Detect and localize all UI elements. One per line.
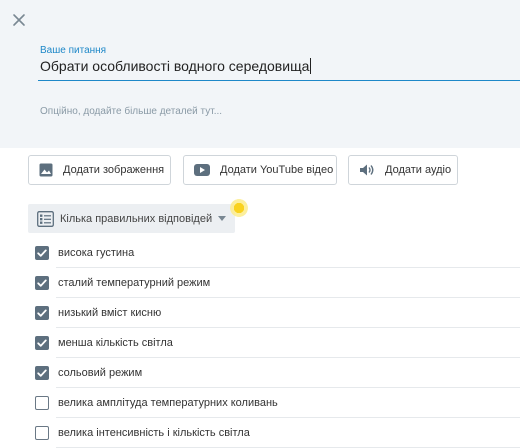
check-icon: [37, 369, 47, 377]
option-item: велика інтенсивність і кількість світла: [0, 418, 520, 448]
option-checkbox[interactable]: [35, 306, 49, 320]
speaker-icon: [360, 164, 374, 176]
check-icon: [37, 249, 47, 257]
hint-indicator: [230, 199, 248, 217]
check-icon: [37, 339, 47, 347]
option-text: низький вміст кисню: [58, 307, 162, 319]
option-item: сольовий режим: [0, 358, 520, 388]
option-checkbox[interactable]: [35, 396, 49, 410]
add-youtube-button[interactable]: Додати YouTube відео: [183, 155, 337, 185]
question-text: Обрати особливості водного середовища: [40, 58, 310, 74]
add-youtube-label: Додати YouTube відео: [220, 164, 334, 176]
option-item: висока густина: [0, 238, 520, 268]
option-checkbox[interactable]: [35, 246, 49, 260]
answer-type-dropdown[interactable]: Кілька правильних відповідей: [28, 204, 235, 233]
option-item: низький вміст кисню: [0, 298, 520, 328]
text-cursor: [310, 58, 312, 74]
details-input[interactable]: Опційно, додайте більше деталей тут...: [40, 106, 222, 117]
option-checkbox[interactable]: [35, 336, 49, 350]
option-checkbox[interactable]: [35, 366, 49, 380]
add-audio-button[interactable]: Додати аудіо: [348, 155, 458, 185]
add-audio-label: Додати аудіо: [385, 164, 452, 176]
option-text: сольовий режим: [58, 367, 143, 379]
image-icon: [39, 163, 53, 177]
option-checkbox[interactable]: [35, 276, 49, 290]
option-checkbox[interactable]: [35, 426, 49, 440]
question-label: Ваше питання: [40, 45, 107, 56]
option-item: сталий температурний режим: [0, 268, 520, 298]
option-item: менша кількість світла: [0, 328, 520, 358]
chevron-down-icon: [218, 216, 227, 221]
check-icon: [37, 279, 47, 287]
checklist-icon: [37, 210, 54, 227]
close-icon: [13, 14, 25, 26]
question-panel: Ваше питання Обрати особливості водного …: [0, 0, 520, 148]
option-text: велика амплітуда температурних коливань: [58, 397, 278, 409]
close-button[interactable]: [10, 11, 30, 31]
add-image-button[interactable]: Додати зображення: [28, 155, 171, 185]
option-item: велика амплітуда температурних коливань: [0, 388, 520, 418]
option-text: менша кількість світла: [58, 337, 173, 349]
option-text: велика інтенсивність і кількість світла: [58, 427, 250, 439]
add-image-label: Додати зображення: [63, 164, 165, 176]
question-underline: [38, 80, 520, 81]
answer-type-label: Кілька правильних відповідей: [60, 212, 213, 225]
option-text: висока густина: [58, 247, 135, 259]
check-icon: [37, 309, 47, 317]
youtube-icon: [194, 164, 210, 176]
question-input[interactable]: Обрати особливості водного середовища: [40, 58, 312, 74]
option-text: сталий температурний режим: [58, 277, 211, 289]
